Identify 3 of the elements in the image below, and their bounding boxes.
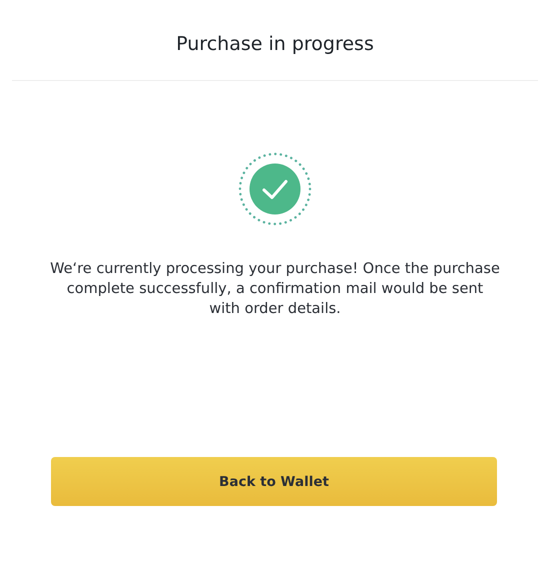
back-button[interactable]: Back to Wallet xyxy=(51,457,497,506)
dialog-title: Purchase in progress xyxy=(176,32,374,55)
status-message: We‘re currently processing your purchase! Once the purchase complete successfully, a confirmation mail would be sent with order details. xyxy=(50,260,500,319)
